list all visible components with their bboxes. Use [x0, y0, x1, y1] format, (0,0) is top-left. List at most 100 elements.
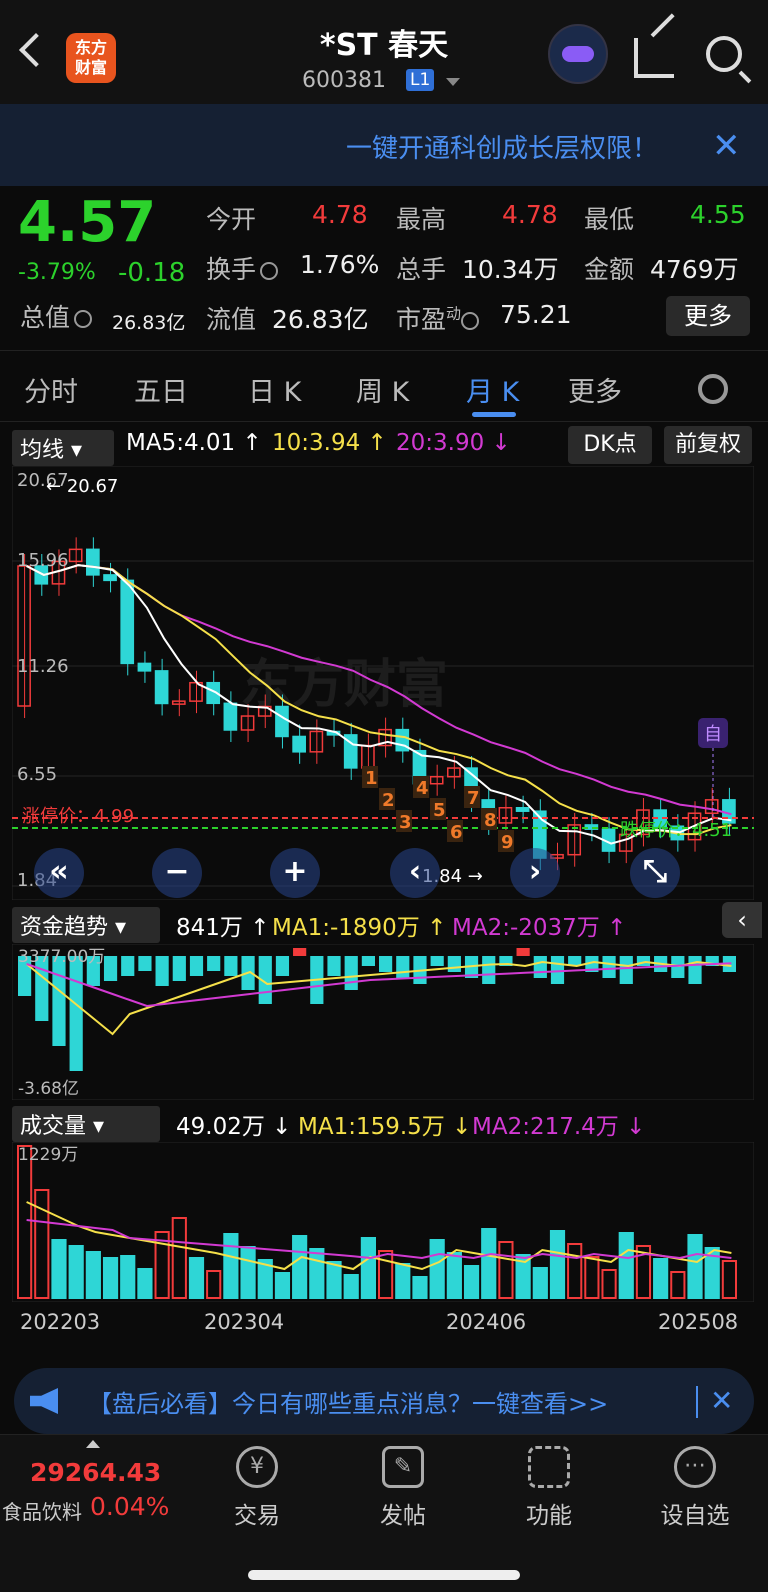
info-icon[interactable]: [461, 312, 480, 330]
candle: [120, 579, 135, 665]
volume-bar: [188, 1257, 205, 1299]
indicator-select[interactable]: 均线 ▾: [12, 430, 114, 466]
more-button[interactable]: 更多: [666, 296, 750, 336]
close-icon[interactable]: ✕: [710, 1384, 733, 1417]
low-label: 最低: [584, 205, 635, 234]
info-icon[interactable]: [74, 310, 93, 328]
fund-bar: [361, 956, 375, 966]
collapse-panel-button[interactable]: ‹: [722, 902, 762, 938]
price-label-2: 15.96: [17, 550, 69, 571]
volume-bar: [721, 1260, 737, 1299]
fund-bar: [207, 956, 221, 971]
total-value-label: 总值: [20, 298, 93, 334]
dk-point-button[interactable]: DK点: [568, 426, 652, 464]
volume-bar: [481, 1228, 497, 1299]
volume-bar: [17, 1145, 33, 1299]
fund-bar: [138, 956, 152, 971]
fund-bar: [550, 956, 565, 984]
volume-bar: [653, 1258, 669, 1299]
volume-bar: [51, 1239, 67, 1299]
volume-bar: [137, 1268, 153, 1299]
tab-weekly-k[interactable]: 周 K: [356, 370, 409, 409]
sector-change: 0.04%: [90, 1492, 170, 1521]
fast-back-button[interactable]: «: [34, 848, 84, 898]
limit-up-label: 涨停价：4.99: [22, 806, 134, 827]
fund-top-label: 3377.00万: [18, 947, 105, 967]
candle: [292, 735, 306, 753]
candle: [137, 662, 152, 672]
volume-bar: [429, 1239, 445, 1299]
sector-name[interactable]: 食品饮料: [2, 1496, 82, 1525]
post-button[interactable]: ✎ 发帖: [348, 1446, 458, 1530]
gear-icon[interactable]: [698, 374, 728, 404]
tab-intraday[interactable]: 分时: [24, 370, 78, 409]
zoom-out-button[interactable]: −: [152, 848, 202, 898]
scroll-right-button[interactable]: ›: [510, 848, 560, 898]
volume-bar: [601, 1269, 617, 1299]
volume-bar: [206, 1270, 222, 1299]
volume-bar: [240, 1246, 256, 1299]
fund-bar: [396, 956, 410, 978]
current-price: 4.57: [18, 190, 157, 255]
news-notice[interactable]: 【盘后必看】今日有哪些重点消息？一键查看>>: [14, 1368, 754, 1434]
candle: [103, 574, 117, 582]
expand-up-icon[interactable]: [86, 1440, 100, 1448]
trade-button[interactable]: ¥ 交易: [202, 1446, 312, 1530]
volume-ma1: MA1:159.5万 ↓: [298, 1114, 472, 1140]
volume-chart[interactable]: 1229万: [12, 1142, 754, 1302]
home-indicator[interactable]: [248, 1570, 520, 1580]
level-badge[interactable]: L1: [406, 69, 435, 91]
fund-value: 841万 ↑: [176, 915, 270, 941]
eastmoney-logo: 东方 财富: [66, 33, 116, 83]
tab-daily-k[interactable]: 日 K: [248, 370, 301, 409]
banner-text[interactable]: 一键开通科创成长层权限！: [346, 128, 658, 165]
tab-more[interactable]: 更多: [568, 370, 622, 409]
nine-turn-number: 3: [399, 812, 412, 833]
fund-bar: [671, 956, 685, 978]
fund-bar: [619, 956, 633, 984]
fund-bar: [482, 956, 496, 984]
nine-turn-number: 5: [433, 800, 446, 821]
volume-bar: [85, 1251, 101, 1299]
fund-bar: [189, 956, 204, 976]
grid-icon: [528, 1446, 570, 1488]
search-icon[interactable]: [706, 36, 742, 72]
fund-bar: [533, 956, 547, 978]
x-axis-label-2: 202304: [204, 1310, 285, 1334]
volume-bar: [549, 1230, 566, 1299]
tab-monthly-k[interactable]: 月 K: [466, 370, 519, 409]
promo-banner[interactable]: 一键开通科创成长层权限！: [0, 104, 768, 186]
fullscreen-button[interactable]: ⤡: [630, 848, 680, 898]
zoom-in-button[interactable]: +: [270, 848, 320, 898]
fund-bar: [516, 948, 530, 956]
volume-bar: [670, 1271, 686, 1299]
share-icon[interactable]: [634, 38, 674, 78]
volume-bar: [618, 1232, 634, 1299]
tab-five-day[interactable]: 五日: [134, 370, 188, 409]
close-icon[interactable]: ✕: [712, 126, 741, 166]
more-dots-icon: ⋯: [674, 1446, 716, 1488]
volume-value: 10.34万: [462, 255, 559, 284]
ma20-readout: 20:3.90 ↓: [396, 430, 511, 456]
sector-index-value[interactable]: 29264.43: [30, 1458, 161, 1487]
fund-trend-chart[interactable]: 3377.00万 -3.68亿: [12, 944, 754, 1100]
fund-trend-select[interactable]: 资金趋势 ▾: [12, 907, 160, 943]
info-icon[interactable]: [260, 262, 279, 280]
add-watchlist-button[interactable]: ⋯ 设自选: [640, 1446, 750, 1530]
assistant-avatar[interactable]: [548, 24, 608, 84]
adjust-button[interactable]: 前复权: [664, 426, 752, 464]
kline-chart[interactable]: 东方财富 涨停价：4.99 跌停价：4.51 20.67 15.96 11.26…: [12, 466, 754, 900]
turnover-label: 换手: [206, 250, 279, 286]
fund-bar: [430, 956, 444, 966]
nine-turn-number: 1: [365, 768, 378, 789]
candle: [515, 807, 530, 812]
volume-select[interactable]: 成交量 ▾: [12, 1106, 160, 1142]
functions-button[interactable]: 功能: [494, 1446, 604, 1530]
limit-down-label: 跌停价：4.51: [620, 820, 732, 841]
chevron-down-icon[interactable]: [446, 78, 460, 86]
scroll-left-button[interactable]: ‹: [390, 848, 440, 898]
candle: [223, 702, 238, 731]
nine-turn-number: 2: [382, 790, 395, 811]
amount-label: 金额: [584, 255, 635, 284]
volume-bar: [498, 1241, 514, 1299]
